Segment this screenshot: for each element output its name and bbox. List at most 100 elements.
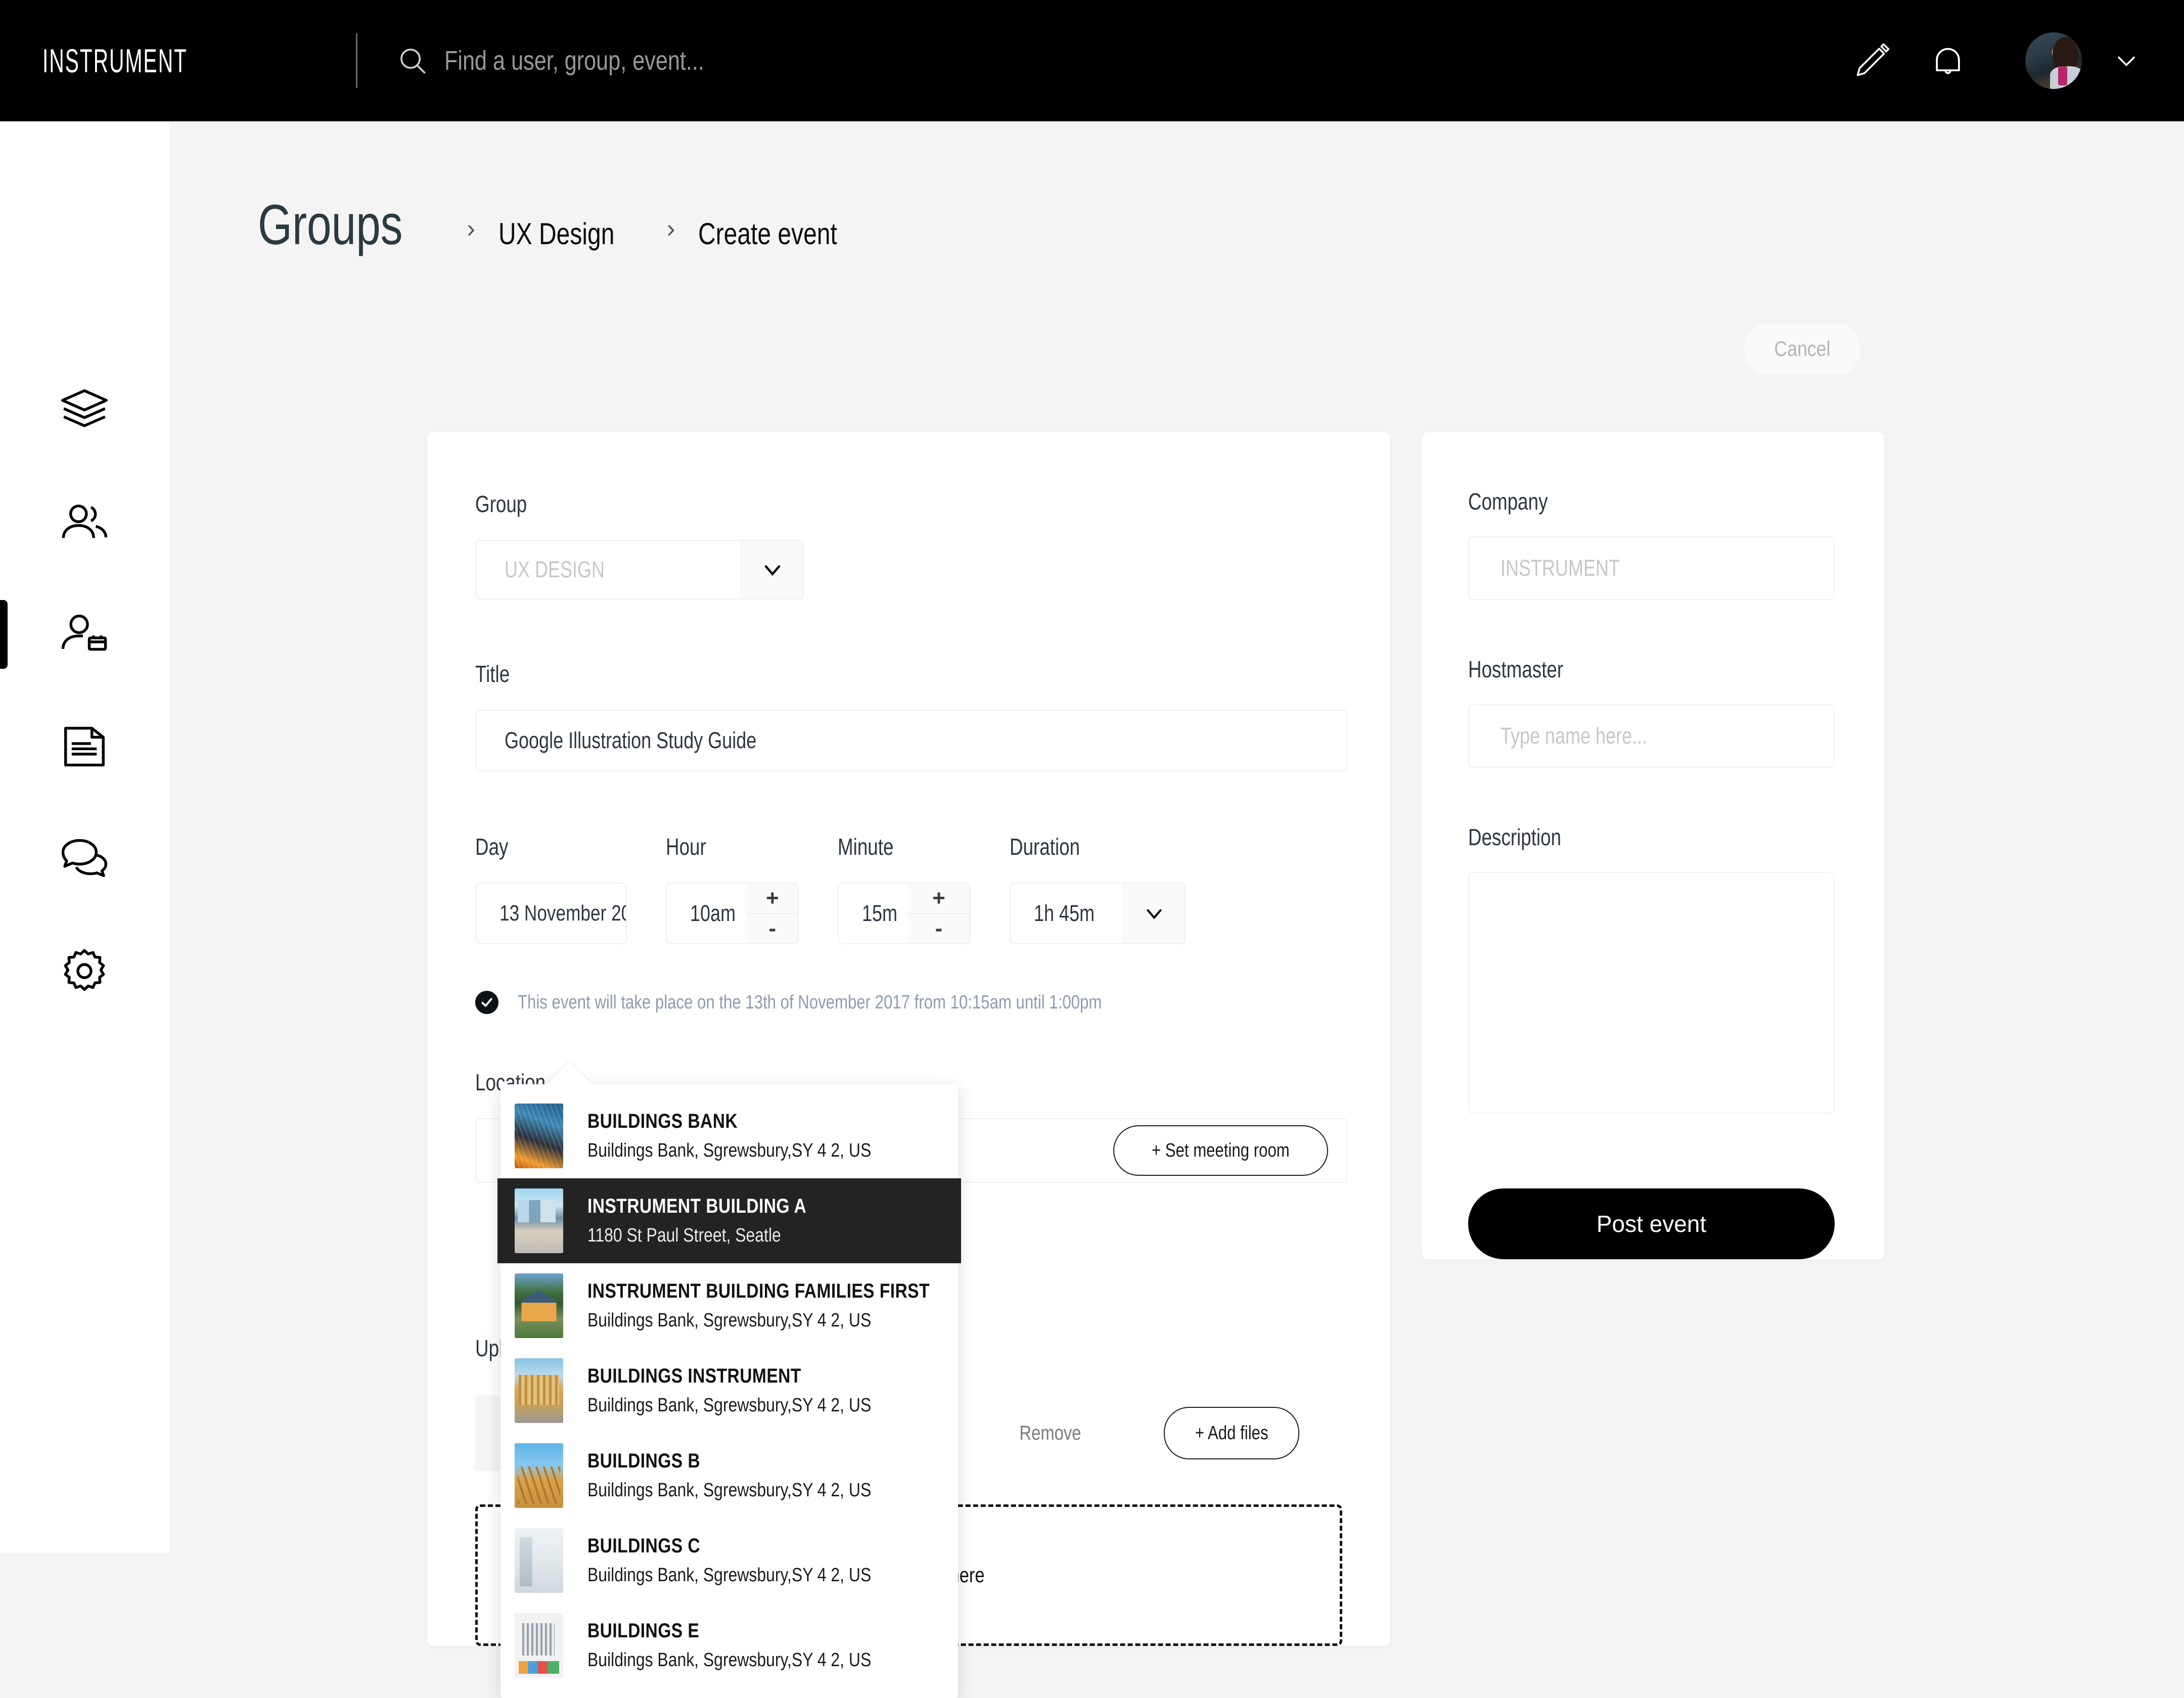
sidebar-item-documents[interactable] xyxy=(0,691,169,803)
check-circle-icon xyxy=(475,991,498,1014)
search-input[interactable] xyxy=(444,45,1334,76)
search-icon xyxy=(397,45,428,76)
location-address: Buildings Bank, Sgrewsbury,SY 4 2, US xyxy=(587,1310,872,1331)
chevron-down-icon xyxy=(759,557,786,583)
breadcrumb-item-ux-design[interactable]: UX Design xyxy=(498,216,614,251)
day-label: Day xyxy=(475,834,509,860)
location-dropdown: BUILDINGS BANK Buildings Bank, Sgrewsbur… xyxy=(497,1062,961,1698)
location-thumbnail xyxy=(515,1613,563,1678)
list-item[interactable]: INSTRUMENT BUILDING FAMILIES FIRST Build… xyxy=(500,1263,958,1348)
sidebar-item-settings[interactable] xyxy=(0,915,169,1027)
minute-decrement-button[interactable]: - xyxy=(908,914,970,943)
sidebar-item-messages[interactable] xyxy=(0,803,169,915)
top-bar: INSTRUMENT xyxy=(0,0,2184,121)
list-item[interactable]: BUILDINGS E Buildings Bank, Sgrewsbury,S… xyxy=(500,1603,958,1688)
add-files-button[interactable]: + Add files xyxy=(1163,1407,1299,1459)
event-meta-card: Company INSTRUMENT Hostmaster Type name … xyxy=(1422,432,1884,1259)
breadcrumb-item-create-event[interactable]: Create event xyxy=(698,216,837,251)
page-title[interactable]: Groups xyxy=(258,192,402,257)
location-address: Buildings Bank, Sgrewsbury,SY 4 2, US xyxy=(587,1480,872,1501)
description-textarea[interactable] xyxy=(1468,872,1835,1114)
location-address: 1180 St Paul Street, Seatle xyxy=(587,1225,781,1246)
layers-icon xyxy=(57,382,112,438)
sidebar-item-layers[interactable] xyxy=(0,354,169,466)
location-address: Buildings Bank, Sgrewsbury,SY 4 2, US xyxy=(587,1395,872,1416)
breadcrumb: Groups › UX Design › Create event xyxy=(258,192,2184,268)
minute-value: 15m xyxy=(862,900,898,926)
location-thumbnail xyxy=(515,1273,563,1338)
duration-group: Duration 1h 45m xyxy=(1010,833,1186,944)
location-thumbnail xyxy=(515,1443,563,1508)
notifications-button[interactable] xyxy=(1910,23,1986,99)
users-icon xyxy=(57,494,112,550)
hour-group: Hour 10am + - xyxy=(666,833,799,944)
hour-increment-button[interactable]: + xyxy=(747,884,798,913)
location-name: INSTRUMENT BUILDING FAMILIES FIRST xyxy=(587,1280,930,1302)
dropdown-caret xyxy=(546,1062,593,1085)
title-input[interactable]: Google Illustration Study Guide xyxy=(475,710,1347,771)
duration-value: 1h 45m xyxy=(1034,900,1095,926)
location-thumbnail xyxy=(515,1188,563,1253)
user-calendar-icon xyxy=(57,607,112,662)
company-placeholder: INSTRUMENT xyxy=(1500,555,1620,581)
group-select[interactable]: UX DESIGN xyxy=(475,540,804,600)
minute-increment-button[interactable]: + xyxy=(908,884,970,913)
hour-stepper-buttons: + - xyxy=(747,884,798,943)
breadcrumb-separator-2: › xyxy=(666,214,675,243)
hostmaster-placeholder: Type name here... xyxy=(1500,723,1648,749)
pencil-icon xyxy=(1852,41,1892,80)
company-input[interactable]: INSTRUMENT xyxy=(1468,536,1835,600)
duration-label: Duration xyxy=(1010,834,1080,860)
hostmaster-input[interactable]: Type name here... xyxy=(1468,704,1835,768)
list-item[interactable]: BUILDINGS BANK Buildings Bank, Sgrewsbur… xyxy=(500,1093,958,1178)
company-label: Company xyxy=(1468,488,1548,515)
brand-logo[interactable]: INSTRUMENT xyxy=(42,41,356,80)
location-name: BUILDINGS B xyxy=(587,1450,701,1472)
minute-stepper-buttons: + - xyxy=(908,884,970,943)
hour-decrement-button[interactable]: - xyxy=(747,914,798,943)
minute-label: Minute xyxy=(838,834,894,860)
list-item[interactable]: BUILDINGS C Buildings Bank, Sgrewsbury,S… xyxy=(500,1518,958,1603)
set-meeting-room-button[interactable]: + Set meeting room xyxy=(1113,1125,1328,1176)
location-name: BUILDINGS INSTRUMENT xyxy=(587,1365,801,1387)
title-label: Title xyxy=(475,661,510,687)
active-indicator xyxy=(0,600,8,669)
brand-divider xyxy=(356,33,357,88)
location-thumbnail xyxy=(515,1104,563,1168)
list-item[interactable]: INSTRUMENT BUILDING A 1180 St Paul Stree… xyxy=(497,1178,961,1263)
page-content: Groups › UX Design › Create event Cancel… xyxy=(169,121,2184,1698)
topbar-actions xyxy=(1834,23,2140,99)
location-thumbnail xyxy=(515,1358,563,1423)
location-name: INSTRUMENT BUILDING A xyxy=(587,1195,807,1217)
list-item[interactable]: BUILDINGS B Buildings Bank, Sgrewsbury,S… xyxy=(500,1433,958,1518)
bell-icon xyxy=(1927,40,1969,81)
chevron-down-icon[interactable] xyxy=(2113,48,2140,74)
day-value: 13 November 2017 xyxy=(499,901,626,926)
duration-select[interactable]: 1h 45m xyxy=(1010,883,1186,944)
group-value: UX DESIGN xyxy=(505,557,605,582)
breadcrumb-separator-1: › xyxy=(467,214,475,243)
cancel-button[interactable]: Cancel xyxy=(1744,324,1860,374)
day-group: Day 13 November 2017 xyxy=(475,833,627,944)
hour-value: 10am xyxy=(690,900,736,926)
hour-stepper[interactable]: 10am + - xyxy=(666,883,799,944)
chevron-down-icon xyxy=(1142,901,1167,926)
minute-stepper[interactable]: 15m + - xyxy=(838,883,971,944)
location-address: Buildings Bank, Sgrewsbury,SY 4 2, US xyxy=(587,1565,872,1586)
sidebar-item-events[interactable] xyxy=(0,578,169,691)
remove-file-button[interactable]: Remove xyxy=(1019,1422,1081,1445)
post-event-button[interactable]: Post event xyxy=(1468,1188,1835,1259)
compose-button[interactable] xyxy=(1834,23,1910,99)
sidebar-nav xyxy=(0,354,169,1027)
duration-chevron-button[interactable] xyxy=(1123,884,1185,943)
list-item[interactable]: BUILDINGS INSTRUMENT Buildings Bank, Sgr… xyxy=(500,1348,958,1433)
title-value: Google Illustration Study Guide xyxy=(505,727,757,753)
avatar[interactable] xyxy=(2025,32,2082,89)
global-search[interactable] xyxy=(397,45,1834,76)
sidebar-item-groups[interactable] xyxy=(0,466,169,578)
day-input[interactable]: 13 November 2017 xyxy=(475,883,627,944)
group-chevron-button[interactable] xyxy=(741,541,803,599)
chat-bubbles-icon xyxy=(57,831,112,887)
event-confirmation-text: This event will take place on the 13th o… xyxy=(518,991,1102,1013)
datetime-row: Day 13 November 2017 xyxy=(475,833,1390,944)
